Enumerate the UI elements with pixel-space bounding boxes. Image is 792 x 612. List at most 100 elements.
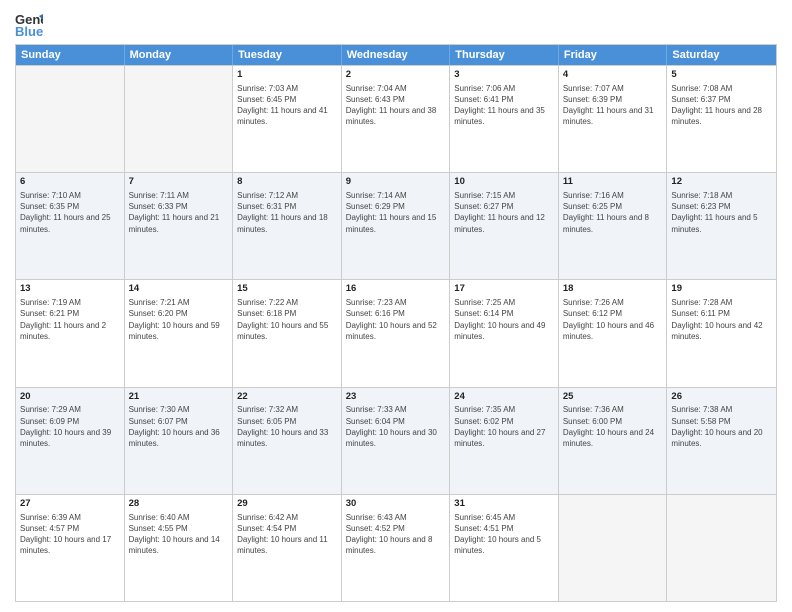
- day-info: Sunrise: 7:23 AMSunset: 6:16 PMDaylight:…: [346, 297, 446, 342]
- table-row: 2Sunrise: 7:04 AMSunset: 6:43 PMDaylight…: [342, 66, 451, 172]
- table-row: 13Sunrise: 7:19 AMSunset: 6:21 PMDayligh…: [16, 280, 125, 386]
- day-number: 26: [671, 391, 772, 404]
- logo-icon: General Blue: [15, 10, 43, 38]
- logo: General Blue: [15, 10, 49, 38]
- day-number: 22: [237, 391, 337, 404]
- table-row: 15Sunrise: 7:22 AMSunset: 6:18 PMDayligh…: [233, 280, 342, 386]
- day-number: 18: [563, 283, 663, 296]
- table-row: 16Sunrise: 7:23 AMSunset: 6:16 PMDayligh…: [342, 280, 451, 386]
- calendar-row: 13Sunrise: 7:19 AMSunset: 6:21 PMDayligh…: [16, 279, 776, 386]
- day-info: Sunrise: 6:42 AMSunset: 4:54 PMDaylight:…: [237, 512, 337, 557]
- day-number: 13: [20, 283, 120, 296]
- day-info: Sunrise: 7:32 AMSunset: 6:05 PMDaylight:…: [237, 404, 337, 449]
- table-row: 7Sunrise: 7:11 AMSunset: 6:33 PMDaylight…: [125, 173, 234, 279]
- table-row: 17Sunrise: 7:25 AMSunset: 6:14 PMDayligh…: [450, 280, 559, 386]
- table-row: 20Sunrise: 7:29 AMSunset: 6:09 PMDayligh…: [16, 388, 125, 494]
- day-number: 31: [454, 498, 554, 511]
- table-row: 31Sunrise: 6:45 AMSunset: 4:51 PMDayligh…: [450, 495, 559, 601]
- weekday-header: Monday: [125, 45, 234, 65]
- table-row: 14Sunrise: 7:21 AMSunset: 6:20 PMDayligh…: [125, 280, 234, 386]
- table-row: 27Sunrise: 6:39 AMSunset: 4:57 PMDayligh…: [16, 495, 125, 601]
- day-info: Sunrise: 6:39 AMSunset: 4:57 PMDaylight:…: [20, 512, 120, 557]
- table-row: 19Sunrise: 7:28 AMSunset: 6:11 PMDayligh…: [667, 280, 776, 386]
- day-info: Sunrise: 7:25 AMSunset: 6:14 PMDaylight:…: [454, 297, 554, 342]
- page-header: General Blue: [15, 10, 777, 38]
- day-info: Sunrise: 7:15 AMSunset: 6:27 PMDaylight:…: [454, 190, 554, 235]
- weekday-header: Wednesday: [342, 45, 451, 65]
- day-number: 24: [454, 391, 554, 404]
- day-info: Sunrise: 7:14 AMSunset: 6:29 PMDaylight:…: [346, 190, 446, 235]
- day-number: 1: [237, 69, 337, 82]
- day-number: 15: [237, 283, 337, 296]
- table-row: 26Sunrise: 7:38 AMSunset: 5:58 PMDayligh…: [667, 388, 776, 494]
- table-row: 5Sunrise: 7:08 AMSunset: 6:37 PMDaylight…: [667, 66, 776, 172]
- day-info: Sunrise: 7:11 AMSunset: 6:33 PMDaylight:…: [129, 190, 229, 235]
- day-info: Sunrise: 7:33 AMSunset: 6:04 PMDaylight:…: [346, 404, 446, 449]
- table-row: 4Sunrise: 7:07 AMSunset: 6:39 PMDaylight…: [559, 66, 668, 172]
- day-number: 4: [563, 69, 663, 82]
- weekday-header: Thursday: [450, 45, 559, 65]
- table-row: 28Sunrise: 6:40 AMSunset: 4:55 PMDayligh…: [125, 495, 234, 601]
- table-row: [667, 495, 776, 601]
- weekday-header: Sunday: [16, 45, 125, 65]
- table-row: 29Sunrise: 6:42 AMSunset: 4:54 PMDayligh…: [233, 495, 342, 601]
- day-number: 29: [237, 498, 337, 511]
- table-row: 25Sunrise: 7:36 AMSunset: 6:00 PMDayligh…: [559, 388, 668, 494]
- weekday-header: Saturday: [667, 45, 776, 65]
- calendar: SundayMondayTuesdayWednesdayThursdayFrid…: [15, 44, 777, 602]
- day-info: Sunrise: 6:43 AMSunset: 4:52 PMDaylight:…: [346, 512, 446, 557]
- day-info: Sunrise: 7:19 AMSunset: 6:21 PMDaylight:…: [20, 297, 120, 342]
- day-info: Sunrise: 7:21 AMSunset: 6:20 PMDaylight:…: [129, 297, 229, 342]
- table-row: [125, 66, 234, 172]
- day-number: 21: [129, 391, 229, 404]
- day-number: 25: [563, 391, 663, 404]
- table-row: 24Sunrise: 7:35 AMSunset: 6:02 PMDayligh…: [450, 388, 559, 494]
- table-row: 23Sunrise: 7:33 AMSunset: 6:04 PMDayligh…: [342, 388, 451, 494]
- day-info: Sunrise: 7:07 AMSunset: 6:39 PMDaylight:…: [563, 83, 663, 128]
- table-row: 12Sunrise: 7:18 AMSunset: 6:23 PMDayligh…: [667, 173, 776, 279]
- day-info: Sunrise: 7:10 AMSunset: 6:35 PMDaylight:…: [20, 190, 120, 235]
- weekday-header: Friday: [559, 45, 668, 65]
- table-row: 6Sunrise: 7:10 AMSunset: 6:35 PMDaylight…: [16, 173, 125, 279]
- day-number: 23: [346, 391, 446, 404]
- day-number: 6: [20, 176, 120, 189]
- day-info: Sunrise: 7:18 AMSunset: 6:23 PMDaylight:…: [671, 190, 772, 235]
- day-info: Sunrise: 7:22 AMSunset: 6:18 PMDaylight:…: [237, 297, 337, 342]
- table-row: 30Sunrise: 6:43 AMSunset: 4:52 PMDayligh…: [342, 495, 451, 601]
- day-number: 16: [346, 283, 446, 296]
- calendar-header: SundayMondayTuesdayWednesdayThursdayFrid…: [16, 45, 776, 65]
- day-number: 11: [563, 176, 663, 189]
- table-row: 1Sunrise: 7:03 AMSunset: 6:45 PMDaylight…: [233, 66, 342, 172]
- day-info: Sunrise: 6:45 AMSunset: 4:51 PMDaylight:…: [454, 512, 554, 557]
- day-info: Sunrise: 7:16 AMSunset: 6:25 PMDaylight:…: [563, 190, 663, 235]
- calendar-row: 27Sunrise: 6:39 AMSunset: 4:57 PMDayligh…: [16, 494, 776, 601]
- day-info: Sunrise: 7:30 AMSunset: 6:07 PMDaylight:…: [129, 404, 229, 449]
- day-number: 7: [129, 176, 229, 189]
- day-number: 3: [454, 69, 554, 82]
- table-row: 22Sunrise: 7:32 AMSunset: 6:05 PMDayligh…: [233, 388, 342, 494]
- table-row: 10Sunrise: 7:15 AMSunset: 6:27 PMDayligh…: [450, 173, 559, 279]
- day-number: 14: [129, 283, 229, 296]
- day-number: 8: [237, 176, 337, 189]
- table-row: 3Sunrise: 7:06 AMSunset: 6:41 PMDaylight…: [450, 66, 559, 172]
- day-info: Sunrise: 6:40 AMSunset: 4:55 PMDaylight:…: [129, 512, 229, 557]
- day-number: 12: [671, 176, 772, 189]
- calendar-row: 20Sunrise: 7:29 AMSunset: 6:09 PMDayligh…: [16, 387, 776, 494]
- table-row: 11Sunrise: 7:16 AMSunset: 6:25 PMDayligh…: [559, 173, 668, 279]
- calendar-row: 1Sunrise: 7:03 AMSunset: 6:45 PMDaylight…: [16, 65, 776, 172]
- day-info: Sunrise: 7:26 AMSunset: 6:12 PMDaylight:…: [563, 297, 663, 342]
- calendar-row: 6Sunrise: 7:10 AMSunset: 6:35 PMDaylight…: [16, 172, 776, 279]
- day-info: Sunrise: 7:04 AMSunset: 6:43 PMDaylight:…: [346, 83, 446, 128]
- table-row: 9Sunrise: 7:14 AMSunset: 6:29 PMDaylight…: [342, 173, 451, 279]
- day-info: Sunrise: 7:29 AMSunset: 6:09 PMDaylight:…: [20, 404, 120, 449]
- day-number: 9: [346, 176, 446, 189]
- day-info: Sunrise: 7:03 AMSunset: 6:45 PMDaylight:…: [237, 83, 337, 128]
- day-number: 2: [346, 69, 446, 82]
- day-number: 10: [454, 176, 554, 189]
- day-info: Sunrise: 7:36 AMSunset: 6:00 PMDaylight:…: [563, 404, 663, 449]
- day-info: Sunrise: 7:08 AMSunset: 6:37 PMDaylight:…: [671, 83, 772, 128]
- day-number: 20: [20, 391, 120, 404]
- table-row: [16, 66, 125, 172]
- table-row: 21Sunrise: 7:30 AMSunset: 6:07 PMDayligh…: [125, 388, 234, 494]
- day-info: Sunrise: 7:12 AMSunset: 6:31 PMDaylight:…: [237, 190, 337, 235]
